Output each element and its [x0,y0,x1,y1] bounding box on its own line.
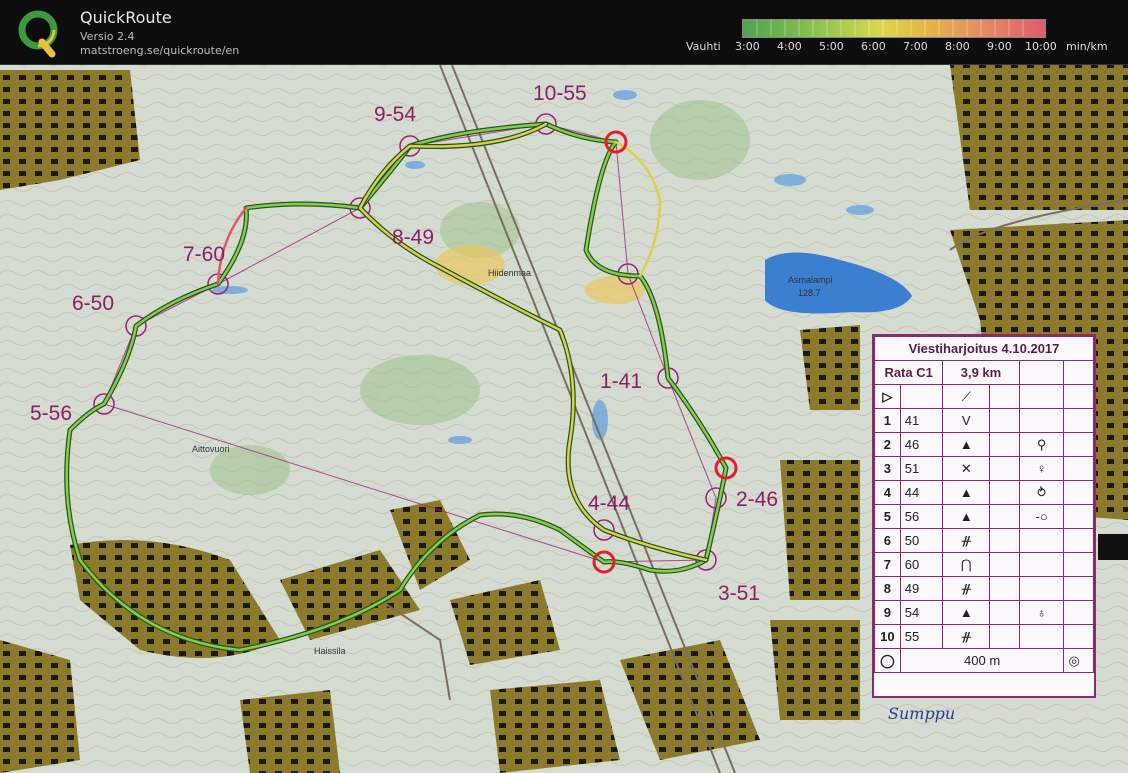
signature: Sumppu [888,704,956,723]
place-name: Asmalampi [788,275,833,285]
control-row: 5 56 ▲ -○ [874,504,1094,529]
control-row: 2 46 ▲ ⚲ [874,432,1094,457]
detail-symbol-icon [1018,576,1065,601]
control-label: 4-44 [588,492,631,515]
control-label: 8-49 [392,226,435,249]
feature-symbol-icon: ⋂ [942,552,991,577]
quickroute-logo-icon [18,10,58,58]
pace-tick: 3:00 [735,40,760,53]
course-name: Rata C1 [873,360,944,385]
place-name: Hiidenmaa [488,268,532,278]
detail-symbol-icon: ♁ [1018,600,1065,625]
finish-start-icon: ◯ [874,648,901,673]
control-row: 7 60 ⋂ [874,552,1094,577]
feature-symbol-icon: ᚌ [942,576,991,601]
feature-symbol-icon: ᚌ [942,528,991,553]
control-label: 2-46 [736,488,779,511]
detail-symbol-icon [1018,624,1065,649]
pace-tick: 7:00 [903,40,928,53]
course-length: 3,9 km [942,360,1020,385]
feature-symbol-icon: ▲ [942,432,991,457]
control-row: 8 49 ᚌ [874,576,1094,601]
place-name: 128.7 [798,288,821,298]
feature-symbol-icon: ᚌ [942,624,991,649]
control-label: 3-51 [718,582,761,605]
app-url[interactable]: matstroeng.se/quickroute/en [80,44,239,57]
control-label: 6-50 [72,292,115,315]
detail-symbol-icon: ♀ [1018,456,1065,481]
detail-symbol-icon: ⚲ [1018,432,1065,457]
pace-unit: min/km [1066,40,1108,53]
pace-tick: 6:00 [861,40,886,53]
control-description-sheet: Viestiharjoitus 4.10.2017 Rata C1 3,9 km… [872,334,1096,698]
feature-symbol-icon: ✕ [942,456,991,481]
pace-label: Vauhti [686,40,721,53]
app-version: Versio 2.4 [80,30,135,43]
control-label: 5-56 [30,402,73,425]
detail-symbol-icon [1018,408,1065,433]
place-name: Aittovuori [192,444,230,454]
control-row: 3 51 ✕ ♀ [874,456,1094,481]
app-header: QuickRoute Versio 2.4 matstroeng.se/quic… [0,0,1128,65]
detail-symbol-icon: ⥁ [1018,480,1065,505]
control-row: 9 54 ▲ ♁ [874,600,1094,625]
pace-tick: 5:00 [819,40,844,53]
app-title: QuickRoute [80,8,172,27]
pace-tick: 8:00 [945,40,970,53]
feature-symbol-icon: ▲ [942,504,991,529]
control-row: 4 44 ▲ ⥁ [874,480,1094,505]
control-label: 7-60 [183,243,226,266]
detail-symbol-icon: -○ [1018,504,1065,529]
control-label: 10-55 [533,82,587,105]
pace-tick: 4:00 [777,40,802,53]
feature-symbol-icon: V [942,408,991,433]
control-row: 10 55 ᚌ [874,624,1094,649]
finish-icon: ◎ [1063,648,1094,673]
pace-legend-ticks [756,19,1024,36]
control-row: 6 50 ᚌ [874,528,1094,553]
start-triangle-icon: ▷ [874,384,901,409]
pace-tick: 9:00 [987,40,1012,53]
feature-symbol-icon: ▲ [942,600,991,625]
control-row: 1 41 V [874,408,1094,433]
start-line-icon: ⟋ [942,384,991,409]
place-name: Haissila [314,646,346,656]
finish-distance: 400 m [899,648,1065,673]
detail-symbol-icon [1018,528,1065,553]
control-label: 1-41 [600,370,643,393]
event-title: Viestiharjoitus 4.10.2017 [874,336,1094,361]
control-label: 9-54 [374,103,417,126]
feature-symbol-icon: ▲ [942,480,991,505]
map-edge [1098,534,1128,560]
pace-tick: 10:00 [1025,40,1057,53]
detail-symbol-icon [1018,552,1065,577]
